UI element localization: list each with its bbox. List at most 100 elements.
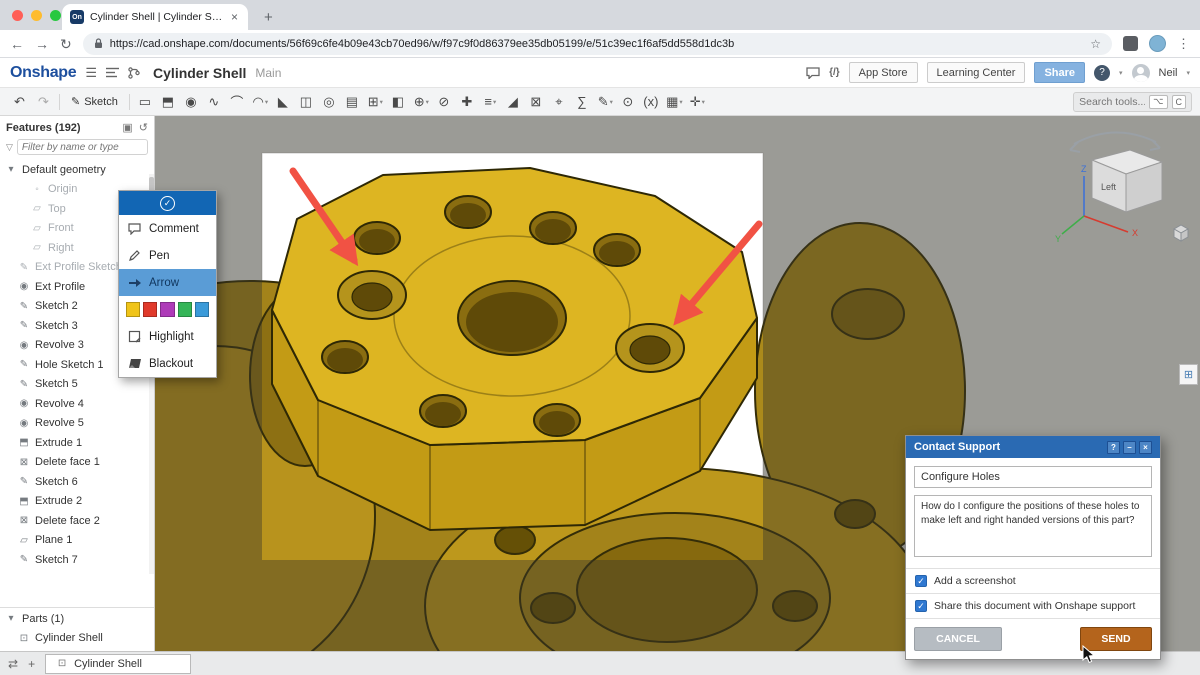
dialog-help-icon[interactable]: ? [1107, 441, 1120, 454]
fillet-icon[interactable]: ◠ ▾ [249, 91, 272, 113]
help-icon[interactable]: ? [1094, 65, 1110, 81]
feature-filter-input[interactable] [17, 139, 148, 155]
loft-icon[interactable]: ⌒ [226, 91, 249, 113]
add-screenshot-checkbox[interactable]: ✓ [915, 575, 927, 587]
bookmark-star-icon[interactable]: ☆ [1090, 37, 1101, 51]
menu-item-arrow[interactable]: Arrow [119, 269, 216, 296]
featurescript-icon[interactable]: {/} [829, 67, 840, 78]
offset-surface-icon[interactable]: ≡ ▾ [479, 91, 502, 113]
pattern-tools-icon[interactable]: ▦ ▾ [663, 91, 686, 113]
rib-icon[interactable]: ▤ [341, 91, 364, 113]
rollback-icon[interactable]: ↺ [139, 121, 148, 134]
share-document-checkbox[interactable]: ✓ [915, 600, 927, 612]
feature-item[interactable]: ✎ Sketch 7 [0, 550, 154, 570]
dialog-minimize-icon[interactable]: – [1123, 441, 1136, 454]
menu-item-highlight[interactable]: Highlight [119, 323, 216, 350]
color-swatch-green[interactable] [178, 302, 192, 317]
cancel-button[interactable]: CANCEL [914, 627, 1002, 651]
subject-input[interactable] [914, 466, 1152, 488]
feature-item[interactable]: ⊠ Delete face 1 [0, 453, 154, 473]
compare-icon[interactable]: ⇄ [8, 657, 18, 671]
sweep-icon[interactable]: ∿ [203, 91, 226, 113]
browser-menu-icon[interactable]: ⋮ [1177, 36, 1190, 52]
app-store-button[interactable]: App Store [849, 62, 918, 83]
branch-icon[interactable] [128, 67, 140, 79]
linear-pattern-icon[interactable]: ⊞ ▾ [364, 91, 387, 113]
menu-item-pen[interactable]: Pen [119, 242, 216, 269]
versions-icon[interactable] [106, 67, 119, 78]
undo-icon[interactable]: ↶ [8, 91, 31, 113]
menu-item-comment[interactable]: Comment [119, 215, 216, 242]
insert-tool-icon[interactable]: ✛ ▾ [686, 91, 709, 113]
variable-icon[interactable]: (x) [640, 91, 663, 113]
feature-item[interactable]: ◉ Revolve 4 [0, 394, 154, 414]
comment-bubble-icon[interactable] [806, 67, 820, 79]
workspace-name[interactable]: Main [255, 66, 281, 80]
isometric-view-icon[interactable] [1172, 224, 1190, 242]
message-textarea[interactable]: How do I configure the positions of thes… [914, 495, 1152, 557]
reload-icon[interactable]: ↻ [60, 37, 72, 51]
new-tab-button[interactable]: + [258, 9, 279, 26]
dialog-header[interactable]: Contact Support ? – × [906, 436, 1160, 458]
browser-profile-avatar[interactable] [1149, 35, 1166, 52]
back-icon[interactable]: ← [10, 37, 24, 51]
extrude-icon[interactable]: ⬒ [157, 91, 180, 113]
user-avatar[interactable] [1132, 64, 1150, 82]
close-window-button[interactable] [12, 10, 23, 21]
chamfer-icon[interactable]: ◣ [272, 91, 295, 113]
point-icon[interactable]: ⊙ [617, 91, 640, 113]
learning-center-button[interactable]: Learning Center [927, 62, 1026, 83]
feature-item[interactable]: ⬒ Extrude 1 [0, 433, 154, 453]
transform-icon[interactable]: ✚ [456, 91, 479, 113]
sheet-metal-icon[interactable]: ▭ [134, 91, 157, 113]
collapse-panel-button[interactable]: ⊞ [1179, 364, 1198, 385]
sketch-tools-icon[interactable]: ✎ ▾ [594, 91, 617, 113]
color-swatch-purple[interactable] [160, 302, 174, 317]
redo-icon[interactable]: ↷ [32, 91, 55, 113]
add-tab-icon[interactable]: + [28, 657, 35, 671]
sketch-button[interactable]: ✎ Sketch [64, 91, 125, 113]
split-icon[interactable]: ⊘ [433, 91, 456, 113]
main-menu-icon[interactable]: ☰ [85, 65, 97, 81]
feature-item[interactable]: ⊠ Delete face 2 [0, 511, 154, 531]
insert-feature-icon[interactable]: ▣ [122, 121, 132, 134]
user-menu-caret-icon[interactable]: ▾ [1186, 69, 1190, 77]
feature-item[interactable]: ⬒ Extrude 2 [0, 492, 154, 512]
mirror-icon[interactable]: ◧ [387, 91, 410, 113]
dialog-close-icon[interactable]: × [1139, 441, 1152, 454]
add-screenshot-row[interactable]: ✓ Add a screenshot [906, 568, 1160, 593]
feature-item[interactable]: ▾ Default geometry [0, 160, 154, 180]
color-swatch-blue[interactable] [195, 302, 209, 317]
annotation-menu-header[interactable]: ✓ [119, 191, 216, 215]
draft-icon[interactable]: ◢ [502, 91, 525, 113]
search-tools-input[interactable] [1079, 96, 1145, 108]
delete-face-icon[interactable]: ⊠ [525, 91, 548, 113]
part-item[interactable]: ⊡ Cylinder Shell [0, 629, 154, 649]
mass-properties-icon[interactable]: ∑ [571, 91, 594, 113]
zoom-window-button[interactable] [50, 10, 61, 21]
view-cube[interactable]: Left Z X Y [1054, 120, 1184, 252]
parts-group-header[interactable]: ▾ Parts (1) [0, 609, 154, 629]
shell-icon[interactable]: ◫ [295, 91, 318, 113]
hole-icon[interactable]: ◎ [318, 91, 341, 113]
measure-icon[interactable]: ⌖ [548, 91, 571, 113]
search-tools-box[interactable]: ⌥ C [1073, 92, 1192, 112]
tab-close-icon[interactable]: × [229, 10, 240, 24]
url-input[interactable]: https://cad.onshape.com/documents/56f69c… [83, 33, 1112, 55]
extension-icon[interactable] [1123, 36, 1138, 51]
boolean-icon[interactable]: ⊕ ▾ [410, 91, 433, 113]
color-swatch-yellow[interactable] [126, 302, 140, 317]
revolve-icon[interactable]: ◉ [180, 91, 203, 113]
feature-item[interactable]: ✎ Sketch 6 [0, 472, 154, 492]
forward-icon[interactable]: → [35, 37, 49, 51]
share-document-row[interactable]: ✓ Share this document with Onshape suppo… [906, 593, 1160, 618]
browser-tab[interactable]: On Cylinder Shell | Cylinder Shell × [62, 4, 248, 30]
minimize-window-button[interactable] [31, 10, 42, 21]
partstudio-tab[interactable]: ⊡ Cylinder Shell [45, 654, 191, 674]
share-button[interactable]: Share [1034, 62, 1085, 83]
menu-item-blackout[interactable]: Blackout [119, 350, 216, 377]
color-swatch-red[interactable] [143, 302, 157, 317]
onshape-logo[interactable]: Onshape [10, 64, 76, 82]
feature-item[interactable]: ◉ Revolve 5 [0, 414, 154, 434]
feature-item[interactable]: ▱ Plane 1 [0, 531, 154, 551]
